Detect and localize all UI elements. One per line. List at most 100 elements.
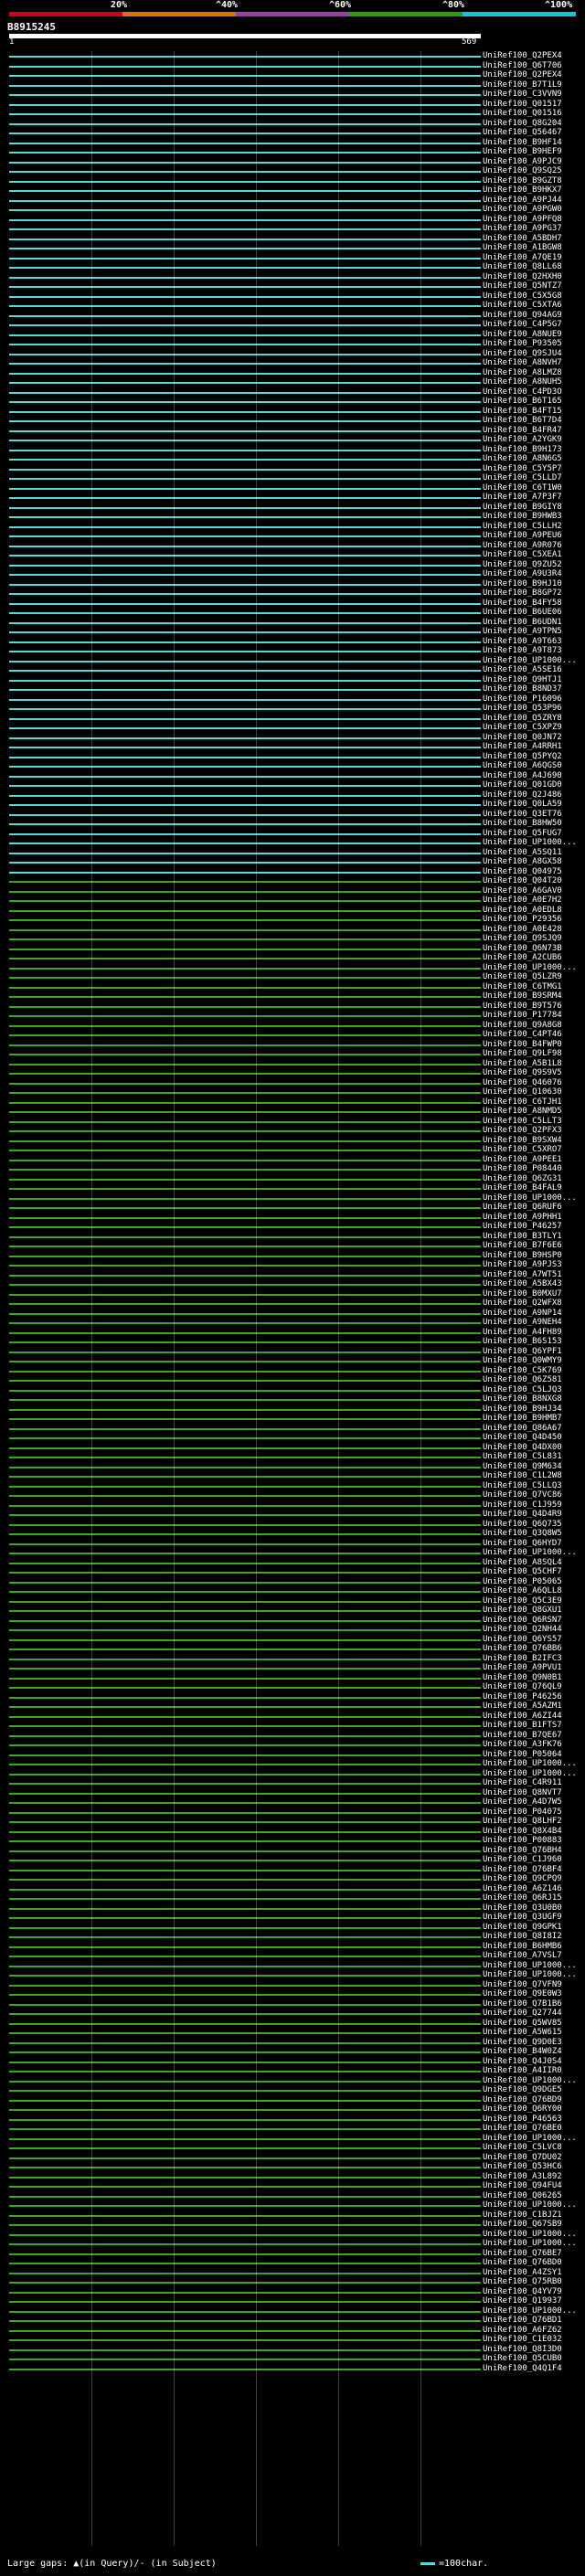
- hit-label[interactable]: UniRef100_Q6YPF1: [483, 1347, 562, 1357]
- alignment-row[interactable]: [9, 1490, 481, 1500]
- hit-label[interactable]: UniRef100_B8GP72: [483, 588, 562, 599]
- hit-label[interactable]: UniRef100_A8GX58: [483, 857, 562, 867]
- hit-label[interactable]: UniRef100_A2YGK9: [483, 435, 562, 445]
- hit-label[interactable]: UniRef100_B4W0Z4: [483, 2047, 562, 2057]
- hit-label[interactable]: UniRef100_Q76BE0: [483, 2124, 562, 2134]
- alignment-row[interactable]: [9, 1673, 481, 1683]
- hit-label[interactable]: UniRef100_Q6RSN7: [483, 1616, 562, 1626]
- alignment-row[interactable]: [9, 2230, 481, 2240]
- hit-label[interactable]: UniRef100_Q01517: [483, 100, 562, 110]
- alignment-row[interactable]: [9, 253, 481, 263]
- hit-label[interactable]: UniRef100_B6UE06: [483, 608, 562, 618]
- alignment-row[interactable]: [9, 426, 481, 436]
- alignment-row[interactable]: [9, 1520, 481, 1530]
- alignment-row[interactable]: [9, 1635, 481, 1645]
- hit-label[interactable]: UniRef100_C5LLT3: [483, 1117, 562, 1127]
- hit-label[interactable]: UniRef100_B9HEF9: [483, 147, 562, 157]
- hit-label[interactable]: UniRef100_Q9HTJ1: [483, 675, 562, 685]
- hit-label[interactable]: UniRef100_Q8G204: [483, 119, 562, 129]
- alignment-row[interactable]: [9, 982, 481, 992]
- hit-label[interactable]: UniRef100_C5XTA6: [483, 301, 562, 311]
- alignment-row[interactable]: [9, 704, 481, 714]
- alignment-row[interactable]: [9, 2181, 481, 2191]
- alignment-row[interactable]: [9, 665, 481, 675]
- hit-label[interactable]: UniRef100_A8LMZ8: [483, 368, 562, 378]
- hit-label[interactable]: UniRef100_P93505: [483, 339, 562, 349]
- alignment-row[interactable]: [9, 2028, 481, 2038]
- alignment-row[interactable]: [9, 819, 481, 829]
- hit-label[interactable]: UniRef100_C5LLH2: [483, 522, 562, 532]
- alignment-row[interactable]: [9, 742, 481, 752]
- hit-label[interactable]: UniRef100_Q9A8G8: [483, 1021, 562, 1031]
- alignment-row[interactable]: [9, 1328, 481, 1338]
- hit-label[interactable]: UniRef100_B9HSP0: [483, 1251, 562, 1261]
- alignment-row[interactable]: [9, 684, 481, 694]
- alignment-row[interactable]: [9, 377, 481, 387]
- hit-label[interactable]: UniRef100_UP1000...: [483, 2239, 577, 2249]
- hit-label[interactable]: UniRef100_Q6Z581: [483, 1375, 562, 1385]
- hit-label[interactable]: UniRef100_A7VSL7: [483, 1951, 562, 1961]
- hit-label[interactable]: UniRef100_B4FY58: [483, 599, 562, 609]
- alignment-row[interactable]: [9, 1999, 481, 2009]
- hit-label[interactable]: UniRef100_P17784: [483, 1011, 562, 1021]
- alignment-row[interactable]: [9, 80, 481, 90]
- alignment-row[interactable]: [9, 867, 481, 877]
- alignment-row[interactable]: [9, 70, 481, 80]
- hit-label[interactable]: UniRef100_A6FZ62: [483, 2326, 562, 2336]
- alignment-row[interactable]: [9, 387, 481, 398]
- hit-label[interactable]: UniRef100_B8NXG8: [483, 1394, 562, 1405]
- alignment-row[interactable]: [9, 1539, 481, 1549]
- hit-label[interactable]: UniRef100_Q67SB9: [483, 2220, 562, 2230]
- alignment-row[interactable]: [9, 1155, 481, 1165]
- hit-label[interactable]: UniRef100_B9SRM4: [483, 991, 562, 1002]
- hit-label[interactable]: UniRef100_C6TMG1: [483, 982, 562, 992]
- alignment-row[interactable]: [9, 2153, 481, 2163]
- alignment-row[interactable]: [9, 2296, 481, 2306]
- alignment-row[interactable]: [9, 2354, 481, 2364]
- alignment-row[interactable]: [9, 1865, 481, 1875]
- alignment-row[interactable]: [9, 311, 481, 321]
- hit-label[interactable]: UniRef100_Q6RJ15: [483, 1893, 562, 1903]
- hit-label[interactable]: UniRef100_Q9M634: [483, 1462, 562, 1472]
- hit-label[interactable]: UniRef100_Q9GPK1: [483, 1923, 562, 1933]
- alignment-row[interactable]: [9, 1049, 481, 1059]
- hit-label[interactable]: UniRef100_UP1000...: [483, 2134, 577, 2144]
- hit-label[interactable]: UniRef100_Q9ZU52: [483, 560, 562, 570]
- alignment-row[interactable]: [9, 1059, 481, 1069]
- hit-label[interactable]: UniRef100_Q2HXH0: [483, 272, 562, 282]
- hit-label[interactable]: UniRef100_C4P5G7: [483, 320, 562, 330]
- hit-label[interactable]: UniRef100_Q76BB6: [483, 1644, 562, 1654]
- alignment-row[interactable]: [9, 464, 481, 474]
- alignment-row[interactable]: [9, 1203, 481, 1213]
- hit-label[interactable]: UniRef100_Q4J0S4: [483, 2057, 562, 2067]
- alignment-row[interactable]: [9, 2009, 481, 2019]
- hit-label[interactable]: UniRef100_B7F6E6: [483, 1241, 562, 1251]
- hit-label[interactable]: UniRef100_A4FH89: [483, 1328, 562, 1338]
- alignment-row[interactable]: [9, 1750, 481, 1760]
- hit-label[interactable]: UniRef100_A4RRH1: [483, 742, 562, 752]
- alignment-row[interactable]: [9, 2085, 481, 2095]
- alignment-row[interactable]: [9, 2172, 481, 2182]
- hit-label[interactable]: UniRef100_Q76BF4: [483, 1865, 562, 1875]
- alignment-row[interactable]: [9, 1270, 481, 1280]
- hit-label[interactable]: UniRef100_A4ZSY1: [483, 2268, 562, 2278]
- hit-label[interactable]: UniRef100_A1BGW8: [483, 243, 562, 253]
- hit-label[interactable]: UniRef100_B4FR47: [483, 426, 562, 436]
- hit-label[interactable]: UniRef100_UP1000...: [483, 838, 577, 848]
- alignment-row[interactable]: [9, 281, 481, 292]
- hit-label[interactable]: UniRef100_A5AZM1: [483, 1701, 562, 1712]
- alignment-row[interactable]: [9, 1471, 481, 1481]
- hit-label[interactable]: UniRef100_C5L831: [483, 1452, 562, 1462]
- alignment-row[interactable]: [9, 1405, 481, 1415]
- hit-label[interactable]: UniRef100_A9PGW0: [483, 205, 562, 215]
- alignment-row[interactable]: [9, 1375, 481, 1385]
- alignment-row[interactable]: [9, 531, 481, 541]
- hit-label[interactable]: UniRef100_Q8LHF2: [483, 1817, 562, 1827]
- hit-label[interactable]: UniRef100_Q8I3D0: [483, 2345, 562, 2355]
- hit-label[interactable]: UniRef100_C5X5G8: [483, 292, 562, 302]
- hit-label[interactable]: UniRef100_B6T7D4: [483, 416, 562, 426]
- alignment-row[interactable]: [9, 1874, 481, 1884]
- alignment-row[interactable]: [9, 2306, 481, 2316]
- hit-label[interactable]: UniRef100_C5XRO7: [483, 1145, 562, 1155]
- hit-label[interactable]: UniRef100_B7T1L9: [483, 80, 562, 90]
